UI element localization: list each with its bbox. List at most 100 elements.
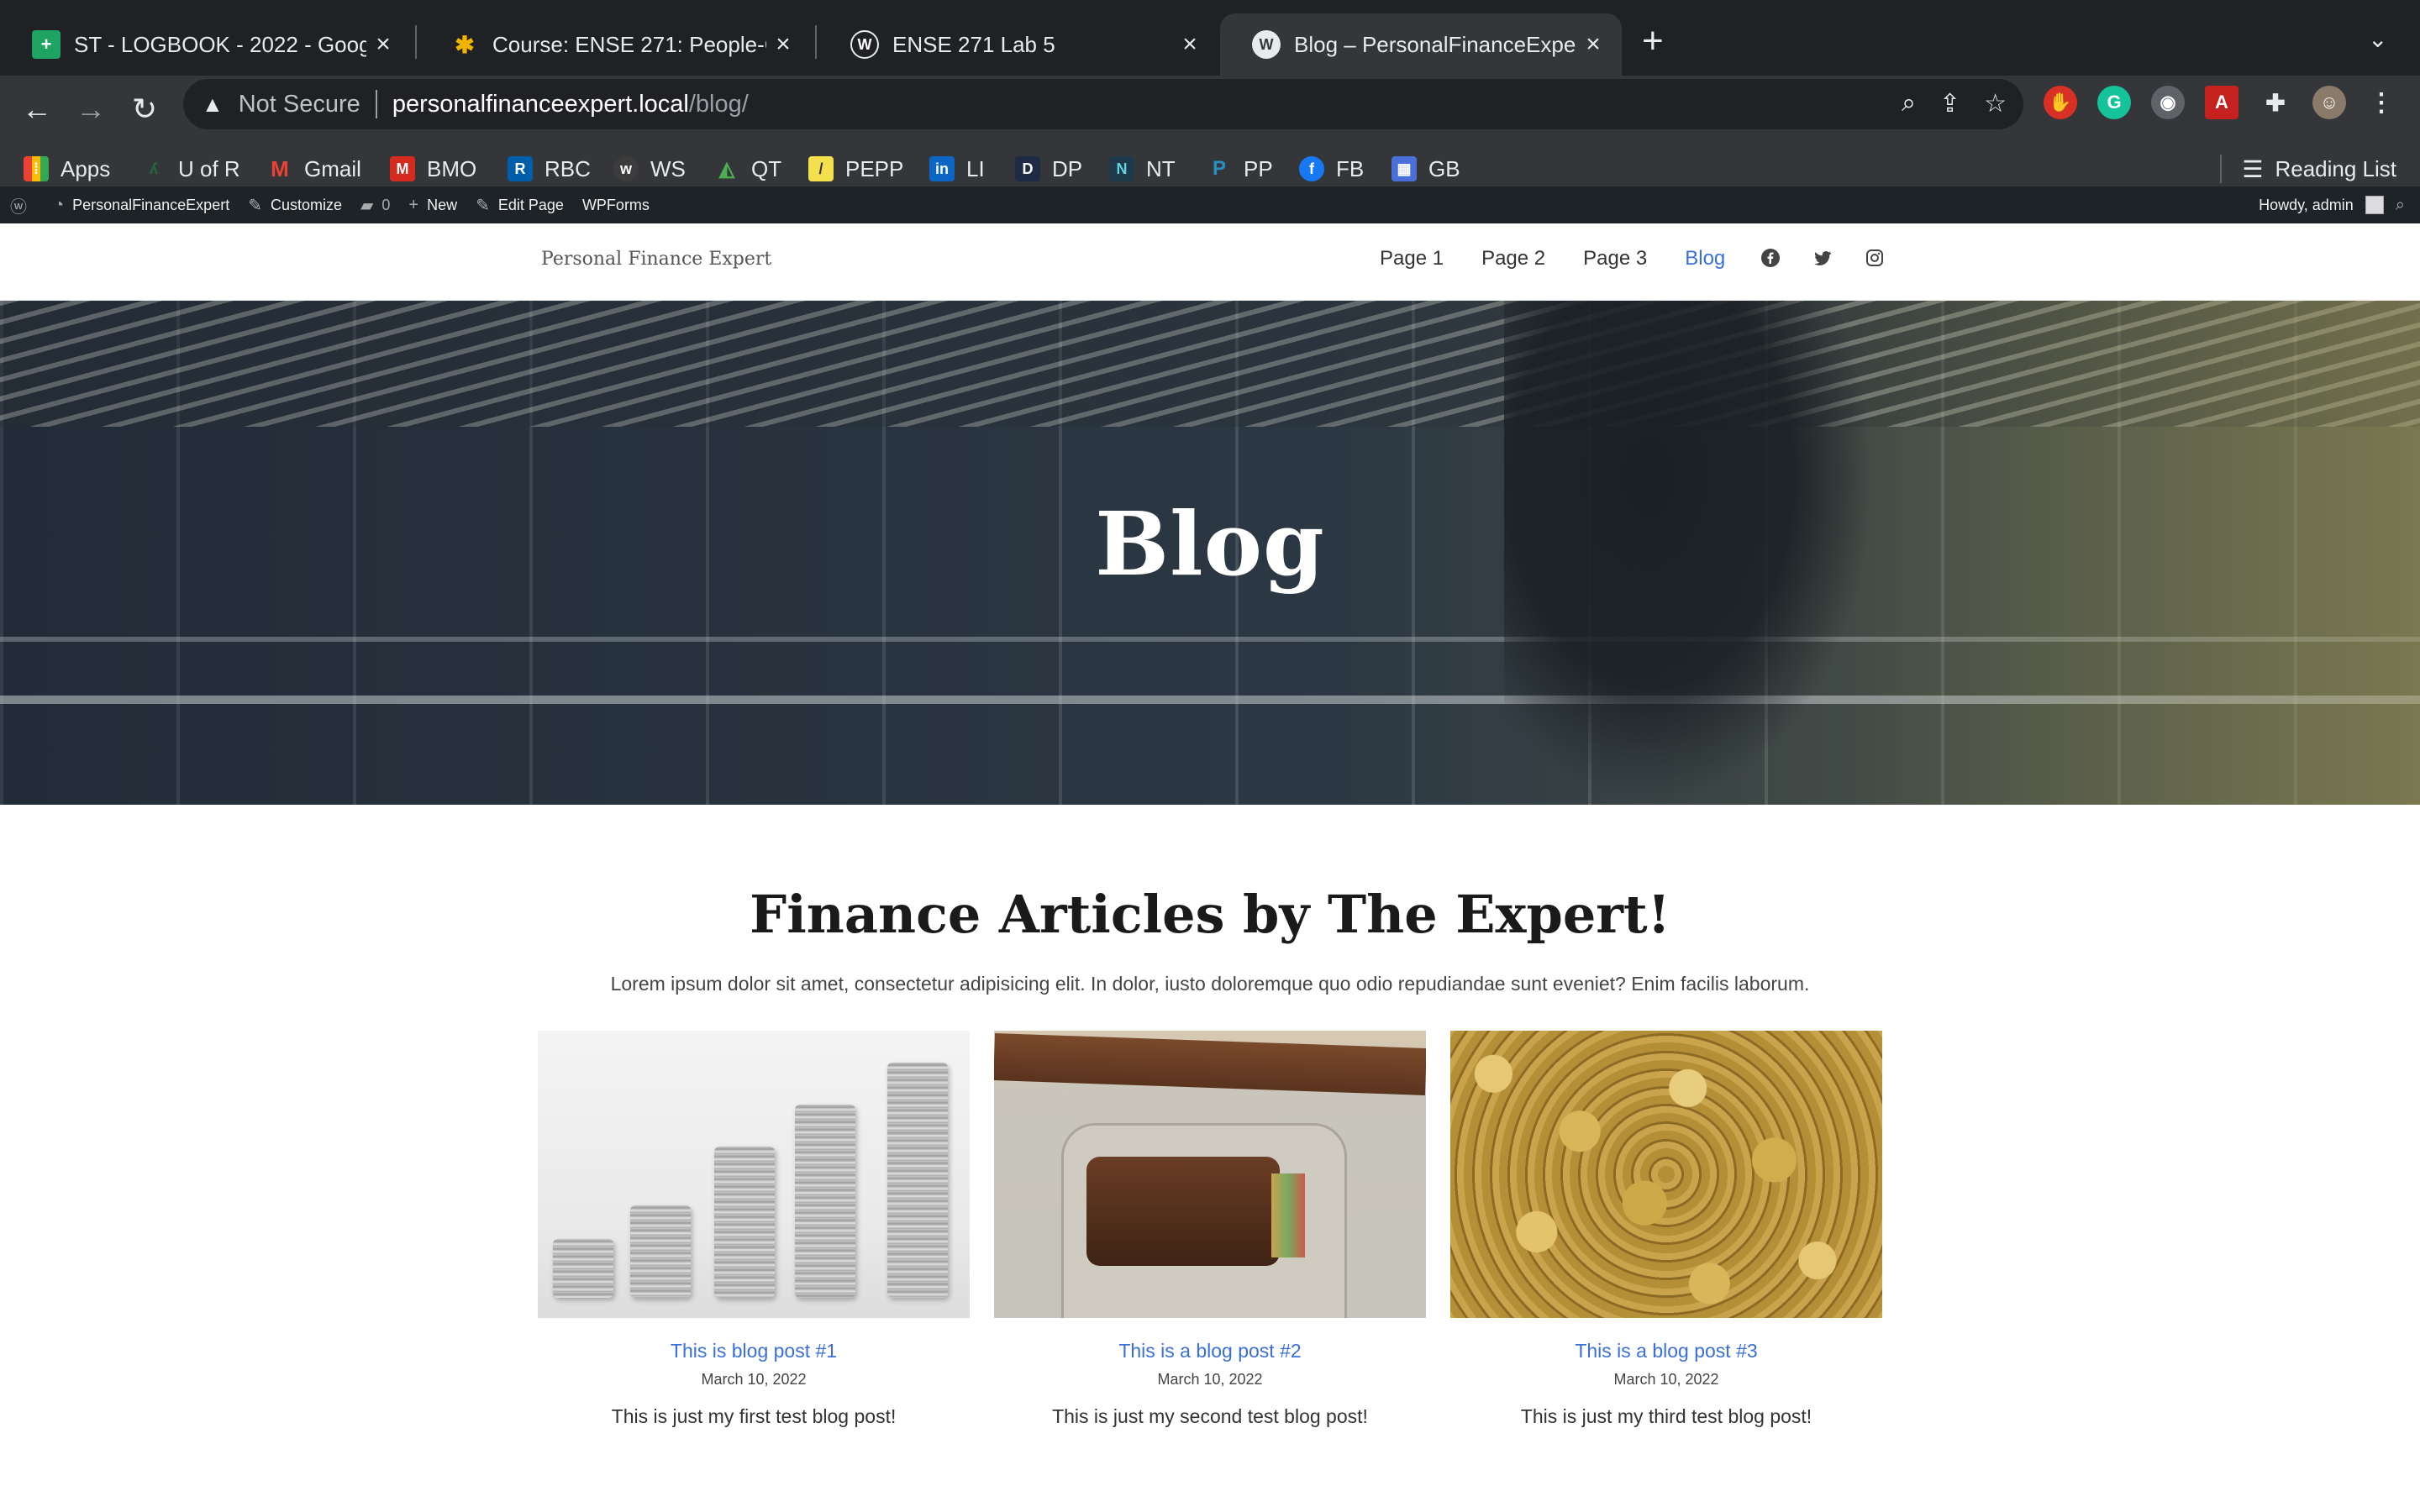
tab-divider xyxy=(815,25,817,59)
coin-stack xyxy=(795,1105,855,1298)
wp-logo-icon[interactable]: ⓦ xyxy=(10,193,35,218)
post-title-link[interactable]: This is a blog post #3 xyxy=(1450,1340,1882,1362)
paypal-icon: P xyxy=(1212,157,1226,180)
admin-comments-count: 0 xyxy=(381,196,391,213)
wallet-shape xyxy=(1086,1157,1280,1266)
post-title-link[interactable]: This is a blog post #2 xyxy=(994,1340,1426,1362)
url-host: personalfinanceexpert.local xyxy=(392,90,689,118)
dp-icon: D xyxy=(1015,156,1040,181)
rbc-icon: R xyxy=(508,156,533,181)
nav-page-3[interactable]: Page 3 xyxy=(1583,247,1647,270)
post-card: This is a blog post #2 March 10, 2022 Th… xyxy=(994,1031,1426,1428)
admin-customize-link[interactable]: ✎ Customize xyxy=(248,195,342,216)
tab-blog-active[interactable]: W Blog – PersonalFinanceExpert × xyxy=(1220,13,1622,76)
chevron-down-icon[interactable]: ⌄ xyxy=(2368,25,2387,53)
bookmark-label: PP xyxy=(1244,155,1273,181)
instagram-icon[interactable] xyxy=(1864,247,1886,269)
plus-icon: + xyxy=(408,195,419,214)
puzzle-icon[interactable]: ✚ xyxy=(2259,86,2292,119)
nt-icon: N xyxy=(1109,156,1134,181)
linkedin-icon: in xyxy=(929,156,955,181)
close-icon[interactable]: × xyxy=(366,30,400,59)
tab-divider xyxy=(415,25,417,59)
forward-arrow-icon[interactable]: → xyxy=(66,84,116,134)
bookmark-label: RBC xyxy=(544,155,591,181)
back-arrow-icon[interactable]: ← xyxy=(12,84,62,134)
address-bar-actions: ⌕ ⇪ ☆ xyxy=(1902,89,2007,118)
wordpress-icon: W xyxy=(850,30,879,59)
bookmark-label: FB xyxy=(1336,155,1365,181)
admin-site-link[interactable]: ◔ PersonalFinanceExpert xyxy=(54,196,229,215)
post-date: March 10, 2022 xyxy=(1613,1371,1719,1388)
browser-toolbar: ← → ↻ ▲ Not Secure personalfinanceexpert… xyxy=(0,76,2420,202)
facebook-icon: f xyxy=(1299,156,1324,181)
avatar[interactable]: ☺ xyxy=(2312,86,2346,119)
admin-howdy-label: Howdy, admin xyxy=(2259,196,2354,213)
zoom-icon[interactable]: ⌕ xyxy=(1902,89,1916,118)
reload-icon[interactable]: ↻ xyxy=(119,84,170,134)
post-card: This is a blog post #3 March 10, 2022 Th… xyxy=(1450,1031,1882,1428)
bookmark-label: QT xyxy=(751,155,782,181)
pdf-icon[interactable]: A xyxy=(2205,86,2238,119)
section-lead: Lorem ipsum dolor sit amet, consectetur … xyxy=(610,973,1810,995)
post-thumbnail-coin-stacks[interactable] xyxy=(538,1031,970,1318)
facebook-icon[interactable] xyxy=(1760,247,1781,269)
admin-new-link[interactable]: + New xyxy=(408,196,457,215)
post-thumbnail-wallet[interactable] xyxy=(994,1031,1426,1318)
grammarly-icon[interactable]: G xyxy=(2097,86,2131,119)
address-bar[interactable]: ▲ Not Secure personalfinanceexpert.local… xyxy=(183,79,2023,129)
wp-admin-bar: ⓦ ◔ PersonalFinanceExpert ✎ Customize ▰ … xyxy=(0,186,2420,223)
coin-stack xyxy=(630,1205,691,1298)
adblock-icon[interactable]: ✋ xyxy=(2044,86,2077,119)
gmail-icon: M xyxy=(271,155,289,181)
tab-logbook[interactable]: + ST - LOGBOOK - 2022 - Googl × xyxy=(0,13,412,76)
tab-course[interactable]: ✱ Course: ENSE 271: People-Cen × xyxy=(418,13,812,76)
reading-list-label: Reading List xyxy=(2275,155,2396,181)
post-date: March 10, 2022 xyxy=(1157,1371,1263,1388)
tab-title: ENSE 271 Lab 5 xyxy=(892,31,1055,57)
avatar xyxy=(2365,196,2384,214)
site-title[interactable]: Personal Finance Expert xyxy=(541,249,771,270)
bookmark-label: BMO xyxy=(427,155,477,181)
extension-robot-icon[interactable]: ◉ xyxy=(2151,86,2185,119)
nav-page-1[interactable]: Page 1 xyxy=(1380,247,1444,270)
bookmark-label: DP xyxy=(1052,155,1083,181)
hero-title: Blog xyxy=(1095,492,1325,596)
qt-icon: ◭ xyxy=(718,157,735,181)
nav-page-2[interactable]: Page 2 xyxy=(1481,247,1545,270)
belt-shape xyxy=(994,1033,1426,1095)
admin-wpforms-link[interactable]: WPForms xyxy=(582,197,650,214)
gb-icon: ▦ xyxy=(1392,156,1417,181)
close-icon[interactable]: × xyxy=(766,30,800,59)
post-thumbnail-coins[interactable] xyxy=(1450,1031,1882,1318)
tab-title: Blog – PersonalFinanceExpert xyxy=(1294,31,1576,57)
url-path: /blog/ xyxy=(688,90,749,118)
admin-comments-link[interactable]: ▰ 0 xyxy=(360,195,390,216)
admin-account[interactable]: Howdy, admin ⌕ xyxy=(2259,186,2405,223)
coin-stack xyxy=(887,1063,948,1298)
bookmark-label: WS xyxy=(650,155,686,181)
tab-strip: + ST - LOGBOOK - 2022 - Googl × ✱ Course… xyxy=(0,0,2420,76)
admin-edit-label: Edit Page xyxy=(497,196,564,213)
nav-blog[interactable]: Blog xyxy=(1685,247,1725,270)
admin-edit-link[interactable]: ✎ Edit Page xyxy=(476,195,564,216)
star-icon[interactable]: ☆ xyxy=(1984,89,2007,118)
social-links xyxy=(1760,247,1886,269)
tab-title: Course: ENSE 271: People-Cen xyxy=(492,31,766,57)
search-icon[interactable]: ⌕ xyxy=(2396,196,2405,215)
new-tab-button[interactable]: + xyxy=(1642,22,1664,60)
tab-lab5[interactable]: W ENSE 271 Lab 5 × xyxy=(818,13,1218,76)
admin-site-label: PersonalFinanceExpert xyxy=(72,196,230,213)
share-icon[interactable]: ⇪ xyxy=(1939,89,1960,118)
admin-wpforms-label: WPForms xyxy=(581,196,650,213)
bmo-icon: M xyxy=(390,156,415,181)
hero-banner: Blog xyxy=(0,301,2420,805)
post-title-link[interactable]: This is blog post #1 xyxy=(538,1340,970,1362)
post-excerpt: This is just my third test blog post! xyxy=(1520,1405,1812,1427)
bookmark-divider xyxy=(2220,155,2223,183)
close-icon[interactable]: × xyxy=(1173,30,1207,59)
uofr-icon: ʎ xyxy=(149,160,158,177)
kebab-menu-icon[interactable]: ⋮ xyxy=(2365,86,2398,119)
close-icon[interactable]: × xyxy=(1576,30,1610,59)
twitter-icon[interactable] xyxy=(1812,247,1833,269)
